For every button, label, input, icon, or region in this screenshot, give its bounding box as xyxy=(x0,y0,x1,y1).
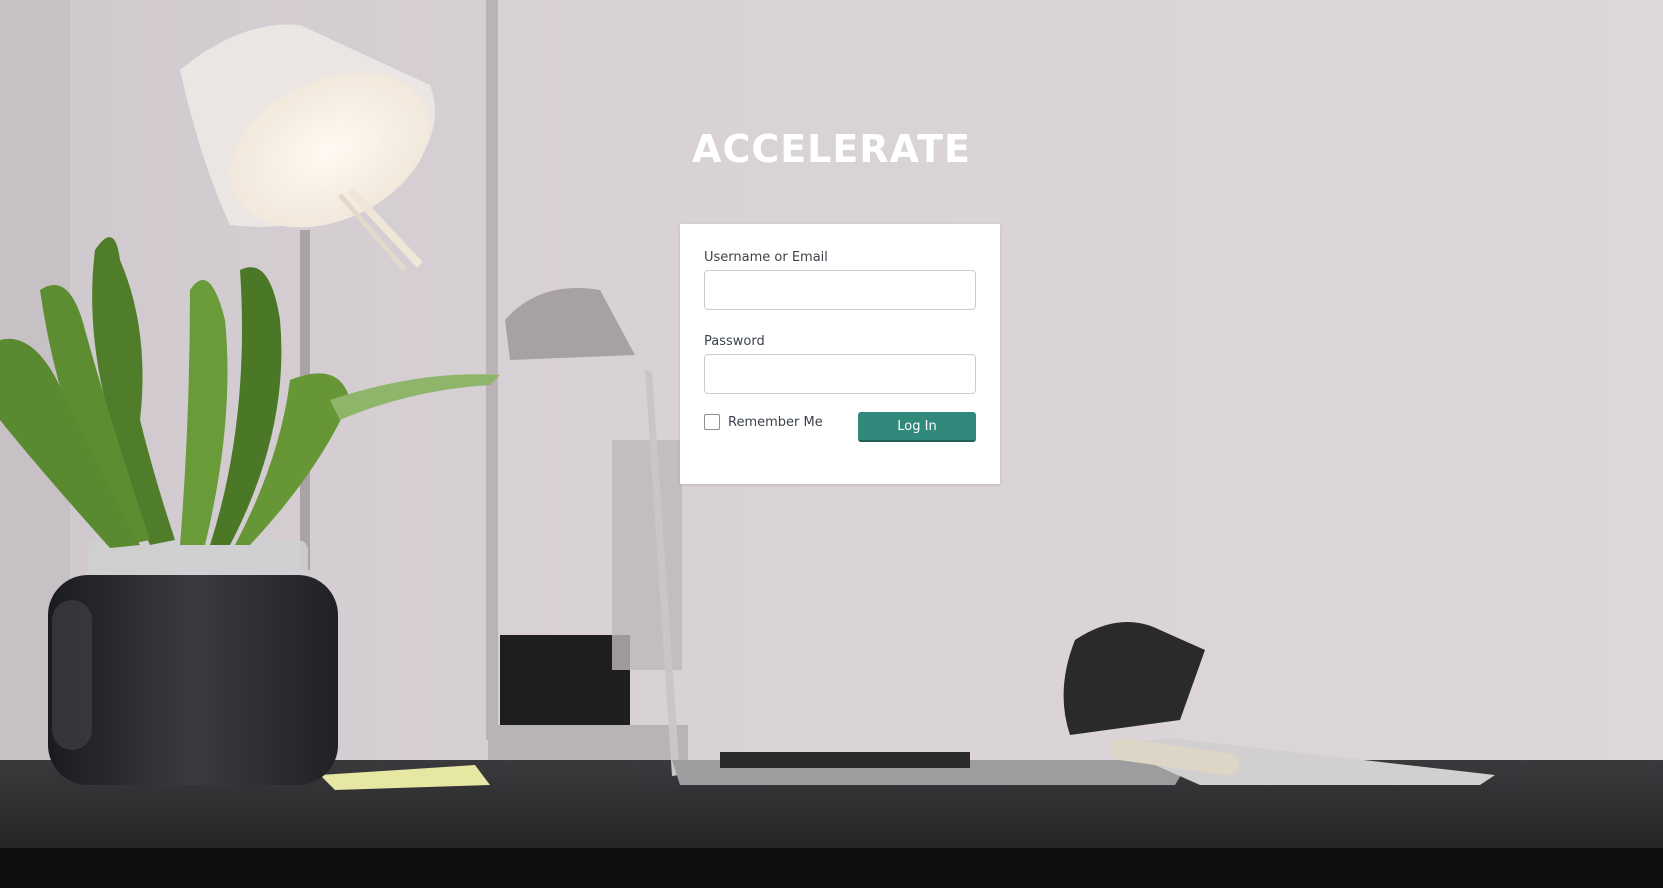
form-actions-row: Remember Me Log In xyxy=(704,412,976,444)
login-page: ACCELERATE Username or Email Password Re… xyxy=(0,0,1663,888)
username-label: Username or Email xyxy=(704,250,828,265)
remember-me-checkbox[interactable] xyxy=(704,414,720,430)
login-button[interactable]: Log In xyxy=(858,412,976,442)
remember-me-label[interactable]: Remember Me xyxy=(728,415,823,430)
brand-title: ACCELERATE xyxy=(692,127,971,171)
login-form: Username or Email Password Remember Me L… xyxy=(680,224,1000,484)
remember-me[interactable]: Remember Me xyxy=(704,414,823,430)
username-input[interactable] xyxy=(704,270,976,310)
password-input[interactable] xyxy=(704,354,976,394)
password-label: Password xyxy=(704,334,765,349)
